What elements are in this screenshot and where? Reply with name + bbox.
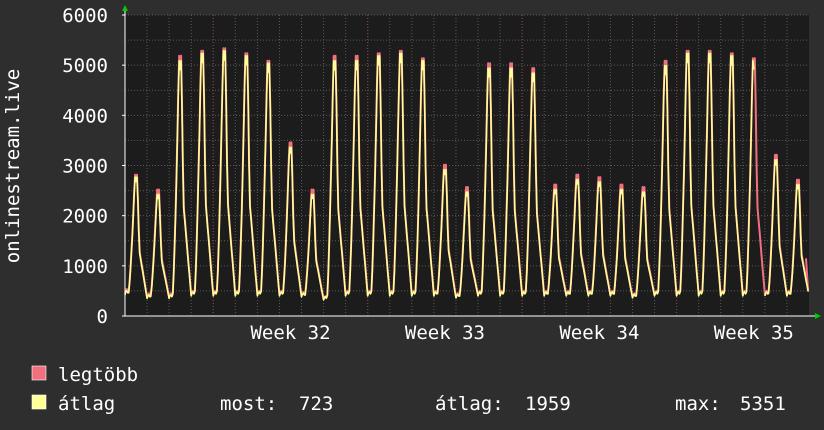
stat-max-value: 5351: [740, 393, 786, 415]
chart: 0 1000 2000 3000 4000 5000 6000 Week 32 Week 33…: [0, 0, 824, 430]
stat-avg-label: átlag:: [435, 393, 504, 415]
x-tick-label: Week 33: [405, 322, 485, 344]
y-tick-label: 0: [97, 306, 108, 328]
y-tick-label: 6000: [62, 5, 108, 27]
legend-avg-swatch: [31, 394, 47, 410]
legend-max-label: legtöbb: [58, 364, 138, 386]
stat-max-label: max:: [675, 393, 721, 415]
y-tick-label: 3000: [62, 156, 108, 178]
legend-avg-label: átlag: [58, 393, 115, 415]
y-tick-label: 5000: [62, 55, 108, 77]
stat-now-value: 723: [299, 393, 333, 415]
y-tick-label: 4000: [62, 105, 108, 127]
x-tick-label: Week 34: [559, 322, 639, 344]
y-axis-label: onlinestream.live: [2, 69, 24, 263]
stat-avg-value: 1959: [525, 393, 571, 415]
x-tick-label: Week 32: [250, 322, 330, 344]
x-tick-label: Week 35: [714, 322, 794, 344]
y-tick-label: 1000: [62, 256, 108, 278]
legend-max-swatch: [31, 365, 47, 381]
stat-now-label: most:: [220, 393, 277, 415]
y-tick-label: 2000: [62, 206, 108, 228]
